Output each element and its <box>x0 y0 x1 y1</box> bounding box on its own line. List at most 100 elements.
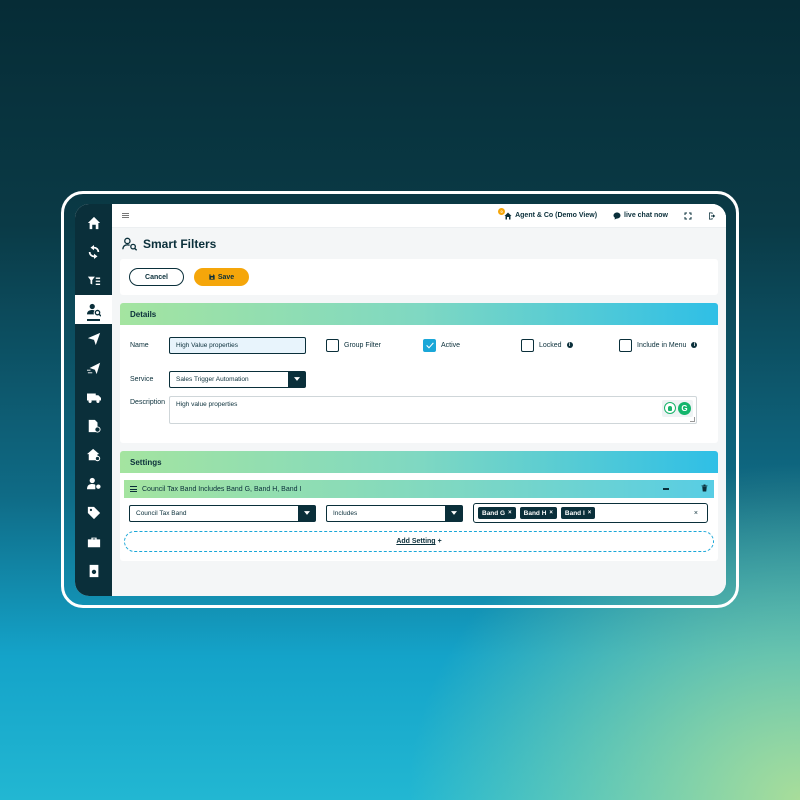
group-filter-checkbox-group: Group Filter <box>326 338 381 352</box>
agency-switcher[interactable]: 0 Agent & Co (Demo View) <box>498 207 597 220</box>
remove-tag-icon[interactable]: × <box>588 510 592 516</box>
group-filter-checkbox[interactable] <box>326 338 339 352</box>
content: Smart Filters Cancel Save Details Name H… <box>112 228 726 596</box>
person-search-icon <box>86 303 101 317</box>
trash-icon <box>701 484 708 492</box>
tag-label: Band G <box>482 509 506 517</box>
add-setting-button[interactable]: Add Setting + <box>124 531 714 552</box>
tags-icon <box>87 506 100 519</box>
clear-all-icon[interactable]: × <box>694 510 698 517</box>
live-chat-label: live chat now <box>624 212 668 219</box>
grammarly-icon[interactable]: G <box>678 402 691 415</box>
tag-label: Band H <box>523 509 547 517</box>
sidebar <box>75 204 112 596</box>
sidebar-item-filters[interactable] <box>75 266 112 295</box>
chevron-down-icon <box>445 505 462 521</box>
name-input[interactable]: High Value properties <box>169 336 306 354</box>
service-value: Sales Trigger Automation <box>176 375 249 383</box>
sidebar-item-removals[interactable] <box>75 382 112 411</box>
sidebar-item-send[interactable] <box>75 324 112 353</box>
description-value: High value properties <box>176 401 238 408</box>
plus-icon: + <box>437 538 442 545</box>
action-bar: Cancel Save <box>120 259 718 295</box>
group-filter-label: Group Filter <box>344 341 381 349</box>
report-icon <box>89 564 98 577</box>
remove-tag-icon[interactable]: × <box>508 510 512 516</box>
value-multiselect[interactable]: Band G × Band H × Band I × × <box>473 503 708 523</box>
sidebar-item-documents[interactable] <box>75 411 112 440</box>
setting-rule-row: Council Tax Band Includes Band G × Band … <box>120 503 718 523</box>
user-settings-icon <box>86 477 101 489</box>
locked-label: Locked <box>539 341 562 349</box>
settings-header: Settings <box>120 451 718 473</box>
operator-value: Includes <box>333 509 358 517</box>
tag-chip: Band G × <box>478 507 516 519</box>
sidebar-item-home[interactable] <box>75 208 112 237</box>
save-button[interactable]: Save <box>194 268 249 286</box>
setting-rule-header: Council Tax Band Includes Band G, Band H… <box>124 480 714 498</box>
active-label: Active <box>441 341 461 349</box>
field-select[interactable]: Council Tax Band <box>129 504 316 522</box>
chevron-down-icon <box>298 505 315 521</box>
name-label: Name <box>130 341 149 349</box>
service-select[interactable]: Sales Trigger Automation <box>169 370 306 388</box>
app-window: 0 Agent & Co (Demo View) live chat now S… <box>75 204 726 596</box>
sync-icon <box>88 244 99 259</box>
description-row: Description High value properties G <box>120 396 718 424</box>
person-search-icon <box>122 237 138 251</box>
sidebar-item-sync[interactable] <box>75 237 112 266</box>
topbar: 0 Agent & Co (Demo View) live chat now <box>112 204 726 228</box>
fullscreen-button[interactable] <box>684 212 692 220</box>
page-title: Smart Filters <box>122 237 718 251</box>
live-chat-button[interactable]: live chat now <box>613 212 668 220</box>
cancel-button[interactable]: Cancel <box>129 268 184 286</box>
sidebar-item-smart-filters[interactable] <box>75 295 112 324</box>
house-search-icon <box>86 448 100 461</box>
locked-checkbox[interactable] <box>521 338 534 352</box>
send-fast-icon <box>86 362 100 374</box>
resize-handle[interactable] <box>690 417 695 422</box>
notification-badge: 0 <box>498 207 506 215</box>
home-icon <box>504 212 512 219</box>
description-label: Description <box>130 399 166 406</box>
sidebar-item-property[interactable] <box>75 440 112 469</box>
logout-icon <box>709 212 716 219</box>
include-in-menu-checkbox[interactable] <box>619 338 632 352</box>
delete-button[interactable] <box>701 484 708 494</box>
operator-select[interactable]: Includes <box>326 504 463 522</box>
toolbox-icon <box>87 537 100 547</box>
tag-chip: Band I × <box>560 507 596 519</box>
sidebar-item-users[interactable] <box>75 469 112 498</box>
save-icon <box>209 274 215 280</box>
info-icon[interactable]: i <box>691 342 698 348</box>
remove-tag-icon[interactable]: × <box>549 510 553 516</box>
details-section: Details Name High Value properties Group… <box>120 303 718 443</box>
tag-chip: Band H × <box>519 507 557 519</box>
chat-bubble-icon <box>613 212 621 219</box>
main-area: 0 Agent & Co (Demo View) live chat now S… <box>112 204 726 596</box>
collapse-icon[interactable] <box>663 488 669 490</box>
filter-list-icon <box>87 276 100 285</box>
save-label: Save <box>217 273 235 281</box>
menu-toggle-icon[interactable] <box>122 212 129 219</box>
page-title-text: Smart Filters <box>143 237 217 251</box>
sidebar-item-reports[interactable] <box>75 556 112 585</box>
active-checkbox-group: Active <box>423 338 461 352</box>
description-textarea[interactable]: High value properties G <box>169 396 697 424</box>
settings-section: Settings Council Tax Band Includes Band … <box>120 451 718 561</box>
home-icon <box>87 216 100 229</box>
info-icon[interactable]: i <box>566 342 573 348</box>
checkmark-icon <box>425 342 434 349</box>
tag-label: Band I <box>564 509 585 517</box>
textarea-tools: G <box>662 400 693 417</box>
expand-icon <box>684 212 692 219</box>
logout-button[interactable] <box>708 212 716 220</box>
chevron-down-icon <box>288 371 305 387</box>
name-row: Name High Value properties Group Filter … <box>120 336 718 354</box>
drag-handle-icon[interactable] <box>130 486 137 492</box>
lightbulb-icon[interactable] <box>664 402 676 414</box>
sidebar-item-tags[interactable] <box>75 498 112 527</box>
active-checkbox[interactable] <box>423 338 436 352</box>
sidebar-item-toolkit[interactable] <box>75 527 112 556</box>
sidebar-item-campaigns[interactable] <box>75 353 112 382</box>
